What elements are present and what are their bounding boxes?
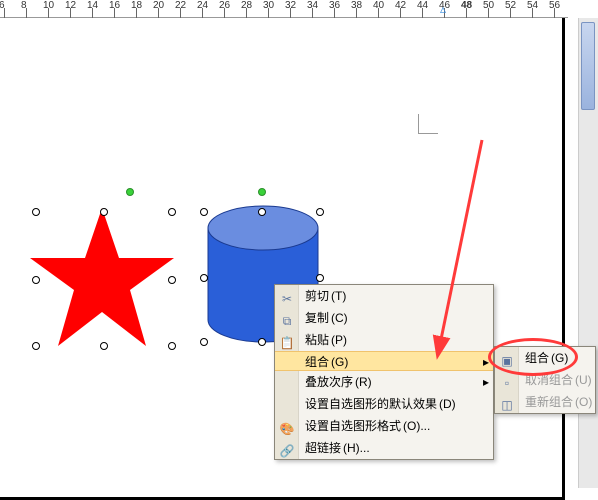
menu-item-label: 重新组合	[525, 395, 573, 409]
star-shape[interactable]	[30, 208, 174, 348]
menu-item-label: 组合	[525, 351, 549, 365]
ruler-tick-mark	[26, 8, 27, 18]
ruler-tick-mark	[422, 8, 423, 18]
menu-item-设置自选图形的默认效果[interactable]: 设置自选图形的默认效果(D)	[275, 393, 493, 415]
format-icon: 🎨	[279, 418, 295, 434]
menu-item-hotkey: (C)	[331, 311, 348, 325]
ruler-tick-mark	[48, 8, 49, 18]
menu-item-label: 复制	[305, 311, 329, 325]
submenu-arrow-icon: ▸	[483, 371, 489, 393]
selection-handle[interactable]	[32, 276, 40, 284]
selection-handle[interactable]	[32, 342, 40, 350]
ruler-tick-mark	[334, 8, 335, 18]
ruler-tick-mark	[554, 8, 555, 18]
selection-handle[interactable]	[316, 208, 324, 216]
menu-item-重新组合: ◫ 重新组合(O)	[495, 391, 595, 413]
horizontal-ruler: 6810121416182022242628303234363840424446…	[0, 0, 568, 18]
selection-handle[interactable]	[258, 338, 266, 346]
selection-handle[interactable]	[100, 342, 108, 350]
selection-handle[interactable]	[32, 208, 40, 216]
submenu-arrow-icon: ▸	[483, 352, 489, 372]
menu-item-hotkey: (D)	[439, 397, 456, 411]
ruler-tick-mark	[290, 8, 291, 18]
ruler-tick-mark	[92, 8, 93, 18]
menu-item-粘贴[interactable]: 📋 粘贴(P)	[275, 329, 493, 351]
menu-item-label: 设置自选图形的默认效果	[305, 397, 437, 411]
menu-item-hotkey: (O)...	[403, 419, 430, 433]
selection-handle[interactable]	[100, 208, 108, 216]
selection-handle[interactable]	[168, 342, 176, 350]
menu-item-设置自选图形格式[interactable]: 🎨 设置自选图形格式(O)...	[275, 415, 493, 437]
vertical-scrollbar[interactable]	[578, 18, 598, 488]
ruler-tick-mark	[4, 8, 5, 18]
selection-handle[interactable]	[200, 208, 208, 216]
menu-item-label: 设置自选图形格式	[305, 419, 401, 433]
menu-item-label: 组合	[305, 355, 329, 369]
group-icon: ▣	[499, 350, 515, 366]
menu-item-剪切[interactable]: ✂ 剪切(T)	[275, 285, 493, 307]
ruler-tick-mark	[312, 8, 313, 18]
menu-item-label: 叠放次序	[305, 375, 353, 389]
menu-item-叠放次序[interactable]: 叠放次序(R) ▸	[275, 371, 493, 393]
menu-item-超链接[interactable]: 🔗 超链接(H)...	[275, 437, 493, 459]
selection-handle[interactable]	[258, 208, 266, 216]
selection-handle[interactable]	[168, 276, 176, 284]
copy-icon: ⧉	[279, 310, 295, 326]
menu-item-hotkey: (O)	[575, 395, 592, 409]
page-corner-mark	[418, 114, 438, 134]
ruler-tick-mark	[400, 8, 401, 18]
menu-item-组合[interactable]: ▣ 组合(G)	[495, 347, 595, 369]
menu-item-hotkey: (G)	[551, 351, 568, 365]
ruler-tick-mark	[378, 8, 379, 18]
ruler-tick-mark	[246, 8, 247, 18]
ruler-tick-mark	[202, 8, 203, 18]
menu-item-复制[interactable]: ⧉ 复制(C)	[275, 307, 493, 329]
ruler-tick-mark	[466, 8, 467, 18]
ruler-tick-mark	[488, 8, 489, 18]
rotation-handle[interactable]	[258, 188, 266, 196]
ruler-tick-mark	[224, 8, 225, 18]
menu-item-取消组合: ▫ 取消组合(U)	[495, 369, 595, 391]
menu-item-label: 剪切	[305, 289, 329, 303]
group-submenu[interactable]: ▣ 组合(G) ▫ 取消组合(U) ◫ 重新组合(O)	[494, 346, 596, 414]
menu-item-label: 粘贴	[305, 333, 329, 347]
ruler-tick-mark	[532, 8, 533, 18]
menu-item-hotkey: (R)	[355, 375, 372, 389]
selection-handle[interactable]	[200, 274, 208, 282]
context-menu[interactable]: ✂剪切(T)⧉复制(C)📋粘贴(P)组合(G)▸叠放次序(R)▸设置自选图形的默…	[274, 284, 494, 460]
menu-item-label: 超链接	[305, 441, 341, 455]
menu-item-label: 取消组合	[525, 373, 573, 387]
cut-icon: ✂	[279, 288, 295, 304]
menu-item-hotkey: (P)	[331, 333, 347, 347]
hyperlink-icon: 🔗	[279, 440, 295, 456]
scrollbar-thumb[interactable]	[581, 22, 595, 110]
menu-item-hotkey: (U)	[575, 373, 592, 387]
ruler-tick-mark	[158, 8, 159, 18]
selection-handle[interactable]	[168, 208, 176, 216]
ruler-tick-mark	[70, 8, 71, 18]
regroup-icon: ◫	[499, 394, 515, 410]
ruler-tick-mark	[180, 8, 181, 18]
selection-handle[interactable]	[200, 338, 208, 346]
menu-item-组合[interactable]: 组合(G) ▸	[275, 351, 493, 371]
ruler-tick-mark	[268, 8, 269, 18]
ruler-tick-mark	[356, 8, 357, 18]
menu-item-hotkey: (G)	[331, 355, 348, 369]
rotation-handle[interactable]	[126, 188, 134, 196]
paste-icon: 📋	[279, 332, 295, 348]
ruler-caret-icon: ▵	[440, 2, 446, 16]
ruler-tick-mark	[136, 8, 137, 18]
ruler-tick-mark	[510, 8, 511, 18]
ungroup-icon: ▫	[499, 372, 515, 388]
selection-handle[interactable]	[316, 274, 324, 282]
ruler-tick-mark	[114, 8, 115, 18]
menu-item-hotkey: (H)...	[343, 441, 370, 455]
menu-item-hotkey: (T)	[331, 289, 346, 303]
